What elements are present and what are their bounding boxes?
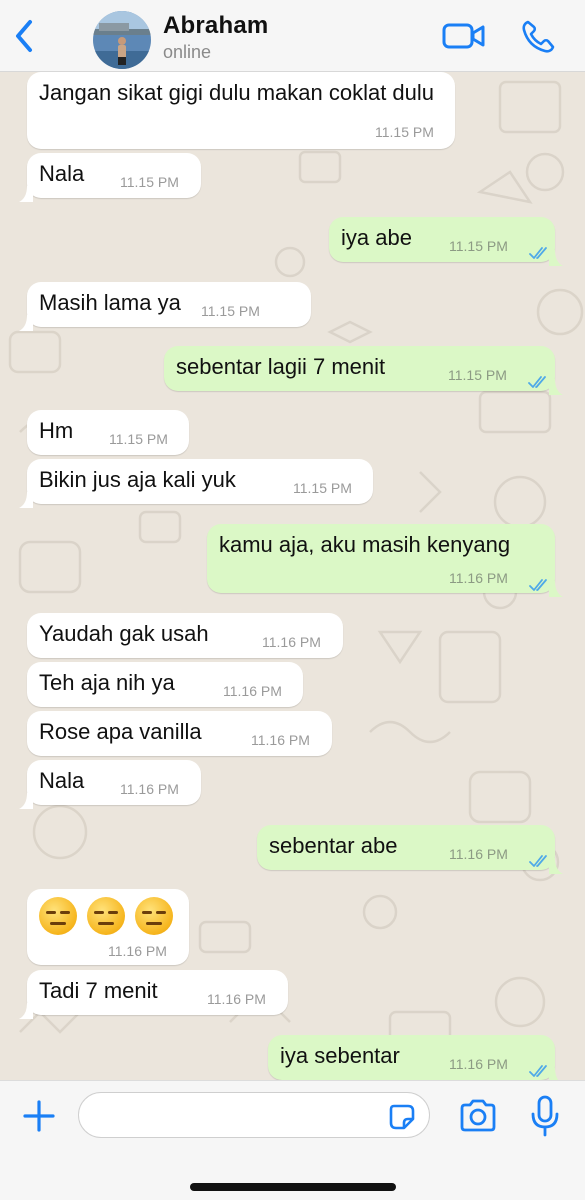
message-timestamp: 11.16 PM <box>262 634 321 650</box>
outgoing-message-bubble[interactable]: iya sebentar 11.16 PM <box>268 1035 559 1080</box>
contact-status: online <box>163 42 212 62</box>
message-timestamp: 11.15 PM <box>109 431 168 447</box>
message-text: kamu aja, aku masih kenyang <box>219 532 511 557</box>
bubble-tail <box>549 577 563 597</box>
composer-bar <box>0 1080 585 1200</box>
message-text: Masih lama ya <box>39 290 181 315</box>
incoming-message-bubble[interactable]: Yaudah gak usah 11.16 PM <box>27 613 343 658</box>
contact-name[interactable]: Abraham <box>163 12 268 40</box>
message-text: Teh aja nih ya <box>39 670 175 695</box>
bubble-tail <box>549 246 563 266</box>
message-timestamp: 11.16 PM <box>449 570 508 586</box>
chat-area[interactable]: Jangan sikat gigi dulu makan coklat dulu… <box>0 72 585 1080</box>
chat-header: Abraham online <box>0 0 585 72</box>
expressionless-face-emoji-icon <box>39 897 77 935</box>
message-timestamp: 11.15 PM <box>120 174 179 190</box>
home-indicator <box>190 1183 396 1191</box>
back-chevron-icon[interactable] <box>8 16 40 56</box>
message-text: Jangan sikat gigi dulu makan coklat dulu <box>39 80 435 105</box>
outgoing-message-bubble[interactable]: sebentar abe 11.16 PM <box>257 825 563 874</box>
incoming-message-bubble[interactable]: Tadi 7 menit 11.16 PM <box>19 970 288 1019</box>
message-text: Yaudah gak usah <box>39 621 209 646</box>
incoming-message-bubble[interactable]: Rose apa vanilla 11.16 PM <box>27 711 332 756</box>
read-receipt-icon <box>529 572 551 591</box>
phone-icon[interactable] <box>520 19 556 55</box>
bubble-tail <box>19 488 33 508</box>
message-timestamp: 11.16 PM <box>251 732 310 748</box>
incoming-message-bubble[interactable]: Nala 11.15 PM <box>19 153 201 202</box>
message-timestamp: 11.16 PM <box>108 943 167 959</box>
message-input-box[interactable] <box>78 1092 430 1138</box>
bubble-tail <box>19 789 33 809</box>
message-input[interactable] <box>93 1099 387 1133</box>
bubble-tail <box>549 1064 563 1080</box>
outgoing-message-bubble[interactable]: kamu aja, aku masih kenyang 11.16 PM <box>207 524 563 597</box>
message-timestamp: 11.15 PM <box>449 238 508 254</box>
message-text: Hm <box>39 418 74 443</box>
message-text: Rose apa vanilla <box>39 719 202 744</box>
incoming-message-bubble[interactable]: Teh aja nih ya 11.16 PM <box>27 662 303 707</box>
outgoing-message-bubble[interactable]: sebentar lagii 7 menit 11.15 PM <box>164 346 563 395</box>
expressionless-face-emoji-icon <box>87 897 125 935</box>
microphone-icon[interactable] <box>530 1095 560 1137</box>
camera-icon[interactable] <box>458 1098 498 1134</box>
message-text: sebentar lagii 7 menit <box>176 354 386 379</box>
read-receipt-icon <box>529 848 551 867</box>
message-text: iya abe <box>341 225 412 250</box>
message-timestamp: 11.15 PM <box>448 367 507 383</box>
read-receipt-icon <box>529 1058 551 1077</box>
bubble-tail <box>549 375 563 395</box>
incoming-message-bubble[interactable]: Nala 11.16 PM <box>19 760 201 809</box>
incoming-message-bubble[interactable]: Masih lama ya 11.15 PM <box>19 282 311 331</box>
incoming-message-bubble[interactable]: Bikin jus aja kali yuk 11.15 PM <box>19 459 373 508</box>
message-timestamp: 11.15 PM <box>375 124 434 140</box>
bubble-tail <box>19 182 33 202</box>
bubble-tail <box>19 311 33 331</box>
read-receipt-icon <box>529 240 551 259</box>
message-text: sebentar abe <box>269 833 398 858</box>
plus-icon[interactable] <box>22 1099 56 1133</box>
message-text: Bikin jus aja kali yuk <box>39 467 236 492</box>
emoji-row <box>39 897 173 935</box>
incoming-message-bubble[interactable]: 11.16 PM <box>27 889 189 965</box>
message-timestamp: 11.16 PM <box>120 781 179 797</box>
message-timestamp: 11.15 PM <box>201 303 260 319</box>
message-text: iya sebentar <box>280 1043 400 1068</box>
incoming-message-bubble[interactable]: Jangan sikat gigi dulu makan coklat dulu… <box>27 72 455 149</box>
message-timestamp: 11.16 PM <box>449 1056 508 1072</box>
message-text: Nala <box>39 768 85 793</box>
message-text: Tadi 7 menit <box>39 978 158 1003</box>
message-timestamp: 11.16 PM <box>207 991 266 1007</box>
contact-avatar[interactable] <box>93 11 151 69</box>
incoming-message-bubble[interactable]: Hm 11.15 PM <box>27 410 189 455</box>
read-receipt-icon <box>528 369 550 388</box>
message-text: Nala <box>39 161 85 186</box>
outgoing-message-bubble[interactable]: iya abe 11.15 PM <box>329 217 563 266</box>
bubble-tail <box>19 999 33 1019</box>
message-timestamp: 11.16 PM <box>449 846 508 862</box>
sticker-icon[interactable] <box>388 1103 416 1131</box>
message-timestamp: 11.16 PM <box>223 683 282 699</box>
video-camera-icon[interactable] <box>442 20 486 52</box>
bubble-tail <box>549 854 563 874</box>
expressionless-face-emoji-icon <box>135 897 173 935</box>
message-timestamp: 11.15 PM <box>293 480 352 496</box>
